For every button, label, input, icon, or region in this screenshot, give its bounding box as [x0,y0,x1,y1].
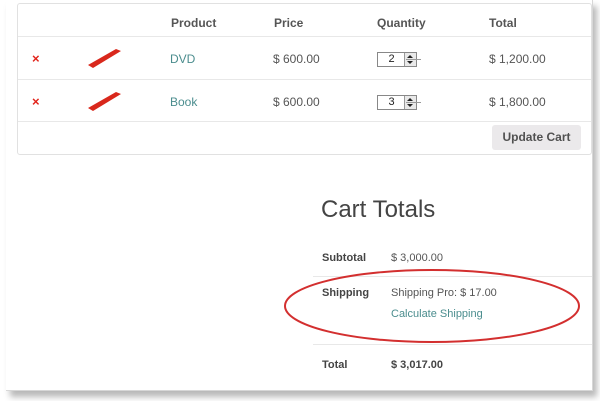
close-icon[interactable]: × [32,94,40,109]
subtotal-value: $ 3,000.00 [391,252,443,264]
quantity-stepper[interactable]: 2 [377,52,421,67]
product-thumbnail-icon[interactable] [88,46,122,70]
quantity-spinner-icon[interactable] [404,96,421,109]
page: Product Price Quantity Total × DVD $ 600… [6,0,593,391]
header-quantity: Quantity [377,16,426,30]
close-icon[interactable]: × [32,51,40,66]
quantity-stepper[interactable]: 3 [377,95,421,110]
header-product: Product [171,16,217,30]
table-row: × DVD $ 600.00 2 $ 1,200.00 [18,37,591,79]
divider [313,344,592,345]
header-total: Total [489,16,517,30]
total-value: $ 3,017.00 [391,359,443,371]
product-link[interactable]: DVD [170,52,195,66]
update-cart-button[interactable]: Update Cart [492,125,581,150]
item-total: $ 1,800.00 [489,95,546,109]
divider [18,121,591,122]
header-price: Price [274,16,304,30]
total-label: Total [322,359,348,371]
subtotal-label: Subtotal [322,252,366,264]
quantity-spinner-icon[interactable] [404,53,421,66]
cart-totals-title: Cart Totals [321,196,436,223]
item-total: $ 1,200.00 [489,52,546,66]
item-price: $ 600.00 [273,52,320,66]
quantity-value[interactable]: 2 [378,53,405,66]
cart-table: Product Price Quantity Total × DVD $ 600… [17,3,592,155]
item-price: $ 600.00 [273,95,320,109]
highlight-ellipse [284,269,580,343]
product-thumbnail-icon[interactable] [88,89,122,113]
table-row: × Book $ 600.00 3 $ 1,800.00 [18,80,591,122]
quantity-value[interactable]: 3 [378,96,405,109]
product-link[interactable]: Book [170,95,197,109]
